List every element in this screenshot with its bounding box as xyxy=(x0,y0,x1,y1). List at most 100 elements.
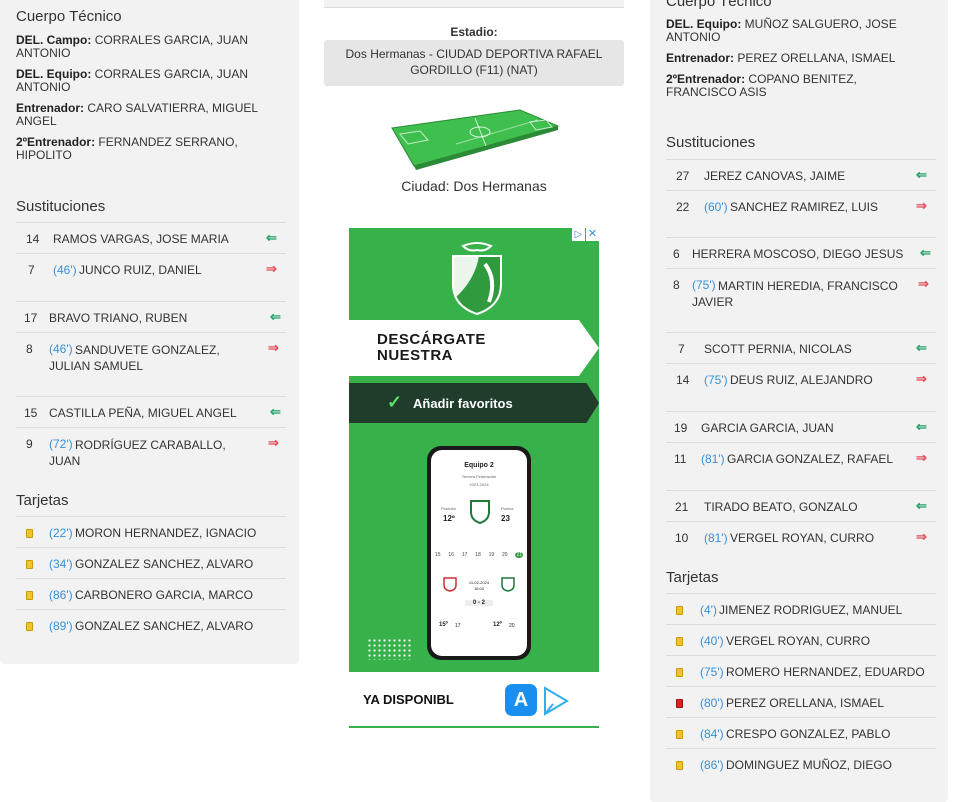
player-in-name[interactable]: SCOTT PERNIA, NICOLAS xyxy=(704,342,852,356)
player-number: 14 xyxy=(676,373,690,387)
sub-out-row: 8 (75') MARTIN HEREDIA, FRANCISCO JAVIER… xyxy=(666,268,936,316)
card-player-name[interactable]: MORON HERNANDEZ, IGNACIO xyxy=(75,526,256,540)
ad-close-icon[interactable]: ✕ xyxy=(586,228,599,241)
yellow-card-icon xyxy=(676,606,683,615)
player-out-name[interactable]: VERGEL ROYAN, CURRO xyxy=(730,531,874,545)
card-player-name[interactable]: ROMERO HERNANDEZ, EDUARDO xyxy=(726,665,925,679)
sub-minute: (75') xyxy=(704,373,728,387)
app-store-icon[interactable]: A xyxy=(505,684,537,716)
stadium-name: Dos Hermanas - CIUDAD DEPORTIVA RAFAEL G… xyxy=(324,40,624,86)
player-number: 17 xyxy=(24,311,38,325)
player-number: 14 xyxy=(26,232,40,246)
sub-out-arrow-icon: ⇒ xyxy=(266,261,277,276)
sub-minute: (81') xyxy=(704,531,728,545)
sub-out-arrow-icon: ⇒ xyxy=(916,529,927,544)
card-row: (86') DOMINGUEZ MUÑOZ, DIEGO xyxy=(666,748,936,779)
card-row: (86') CARBONERO GARCIA, MARCO xyxy=(16,578,286,609)
staff-entry: DEL. Equipo: MUÑOZ SALGUERO, JOSE ANTONI… xyxy=(666,17,897,44)
sub-out-row: 7 (46') JUNCO RUIZ, DANIEL ⇒ xyxy=(16,253,286,284)
player-number: 15 xyxy=(24,406,38,420)
player-number: 27 xyxy=(676,169,690,183)
player-number: 10 xyxy=(675,531,689,545)
home-team-panel: Cuerpo Técnico DEL. Campo: CORRALES GARC… xyxy=(0,0,299,664)
player-out-name[interactable]: MARTIN HEREDIA, FRANCISCO JAVIER xyxy=(692,278,906,310)
card-minute: (89') xyxy=(49,619,73,633)
away-team-panel: Cuerpo Técnico DEL. Equipo: MUÑOZ SALGUE… xyxy=(650,0,948,802)
dot-pattern xyxy=(367,638,411,660)
player-in-name[interactable]: JEREZ CANOVAS, JAIME xyxy=(704,169,845,183)
player-number: 8 xyxy=(673,278,680,292)
yellow-card-icon xyxy=(676,668,683,677)
phone-position: 12º xyxy=(443,514,455,523)
staff-entry: 2ºEntrenador: COPANO BENITEZ, FRANCISCO … xyxy=(666,72,857,99)
away-shield-icon xyxy=(501,577,515,592)
ad-bottom-line xyxy=(349,726,599,728)
player-number: 11 xyxy=(674,452,687,466)
player-out-name[interactable]: GARCIA GONZALEZ, RAFAEL xyxy=(727,452,893,466)
player-in-name[interactable]: BRAVO TRIANO, RUBEN xyxy=(49,311,187,325)
player-number: 8 xyxy=(26,342,33,356)
sub-minute: (46') xyxy=(53,263,77,277)
card-minute: (80') xyxy=(700,696,724,710)
player-out-name[interactable]: DEUS RUIZ, ALEJANDRO xyxy=(730,373,873,387)
player-out-name[interactable]: SANCHEZ RAMIREZ, LUIS xyxy=(730,200,878,214)
sub-in-row: 21 TIRADO BEATO, GONZALO ⇐ xyxy=(666,490,936,521)
sub-minute: (60') xyxy=(704,200,728,214)
card-minute: (4') xyxy=(700,603,717,617)
card-player-name[interactable]: VERGEL ROYAN, CURRO xyxy=(726,634,870,648)
sub-in-arrow-icon: ⇐ xyxy=(916,498,927,513)
player-number: 22 xyxy=(676,200,690,214)
cards-title: Tarjetas xyxy=(16,492,69,509)
staff-title: Cuerpo Técnico xyxy=(16,8,122,25)
card-minute: (86') xyxy=(49,588,73,602)
card-minute: (84') xyxy=(700,727,724,741)
stadium-label: Estadio: xyxy=(450,25,498,39)
player-in-name[interactable]: TIRADO BEATO, GONZALO xyxy=(704,500,858,514)
subs-title: Sustituciones xyxy=(16,198,106,215)
phone-day-strip: 15 16 17 18 19 20 21 xyxy=(435,552,523,558)
card-row: (40') VERGEL ROYAN, CURRO xyxy=(666,624,936,655)
sub-in-arrow-icon: ⇐ xyxy=(266,230,277,245)
card-player-name[interactable]: GONZALEZ SANCHEZ, ALVARO xyxy=(75,619,253,633)
card-row: (84') CRESPO GONZALEZ, PABLO xyxy=(666,717,936,748)
yellow-card-icon xyxy=(676,637,683,646)
sub-in-arrow-icon: ⇐ xyxy=(920,245,931,260)
sub-in-row: 6 HERRERA MOSCOSO, DIEGO JESUS ⇐ xyxy=(666,237,936,268)
card-player-name[interactable]: JIMENEZ RODRIGUEZ, MANUEL xyxy=(719,603,902,617)
google-play-icon[interactable] xyxy=(541,686,571,716)
sub-out-row: 8 (46') SANDUVETE GONZALEZ, JULIAN SAMUE… xyxy=(16,332,286,380)
player-out-name[interactable]: JUNCO RUIZ, DANIEL xyxy=(79,263,202,277)
player-in-name[interactable]: CASTILLA PEÑA, MIGUEL ANGEL xyxy=(49,406,237,420)
player-in-name[interactable]: HERRERA MOSCOSO, DIEGO JESUS xyxy=(692,247,903,261)
card-player-name[interactable]: CRESPO GONZALEZ, PABLO xyxy=(726,727,890,741)
card-player-name[interactable]: GONZALEZ SANCHEZ, ALVARO xyxy=(75,557,253,571)
sub-in-row: 17 BRAVO TRIANO, RUBEN ⇐ xyxy=(16,301,286,332)
sub-minute: (81') xyxy=(701,452,725,466)
ad-choices-icon[interactable]: ▷ xyxy=(572,228,585,241)
checkmark-icon: ✓ xyxy=(387,392,403,412)
phone-right-pos: 12º xyxy=(493,622,502,628)
card-player-name[interactable]: CARBONERO GARCIA, MARCO xyxy=(75,588,253,602)
phone-pos-label: Posición xyxy=(441,506,457,511)
card-minute: (34') xyxy=(49,557,73,571)
phone-frame: Equipo 2 Tercera Federación 2023-2024 Po… xyxy=(427,446,531,660)
card-row: (4') JIMENEZ RODRIGUEZ, MANUEL xyxy=(666,593,936,624)
sub-in-row: 14 RAMOS VARGAS, JOSE MARIA ⇐ xyxy=(16,222,286,253)
phone-season: 2023-2024 xyxy=(469,482,489,487)
sub-in-row: 15 CASTILLA PEÑA, MIGUEL ANGEL ⇐ xyxy=(16,396,286,427)
city-label: Ciudad: Dos Hermanas xyxy=(401,178,547,194)
team-shield-icon xyxy=(470,500,490,524)
player-number: 7 xyxy=(28,263,35,277)
card-player-name[interactable]: PEREZ ORELLANA, ISMAEL xyxy=(726,696,884,710)
player-out-name[interactable]: SANDUVETE GONZALEZ, JULIAN SAMUEL xyxy=(49,342,249,374)
card-minute: (22') xyxy=(49,526,73,540)
ad-cta[interactable]: Añadir favoritos xyxy=(413,396,513,411)
app-advertisement[interactable]: ▷ ✕ DESCÁRGATE NUESTRA ✓ Añadir favorito… xyxy=(349,228,599,728)
card-row: (75') ROMERO HERNANDEZ, EDUARDO xyxy=(666,655,936,686)
player-in-name[interactable]: RAMOS VARGAS, JOSE MARIA xyxy=(53,232,229,246)
yellow-card-icon xyxy=(26,560,33,569)
player-out-name[interactable]: RODRÍGUEZ CARABALLO, JUAN xyxy=(49,437,249,469)
card-player-name[interactable]: DOMINGUEZ MUÑOZ, DIEGO xyxy=(726,758,892,772)
player-in-name[interactable]: GARCIA GARCIA, JUAN xyxy=(701,421,834,435)
ad-footer-text: YA DISPONIBL xyxy=(363,692,454,707)
